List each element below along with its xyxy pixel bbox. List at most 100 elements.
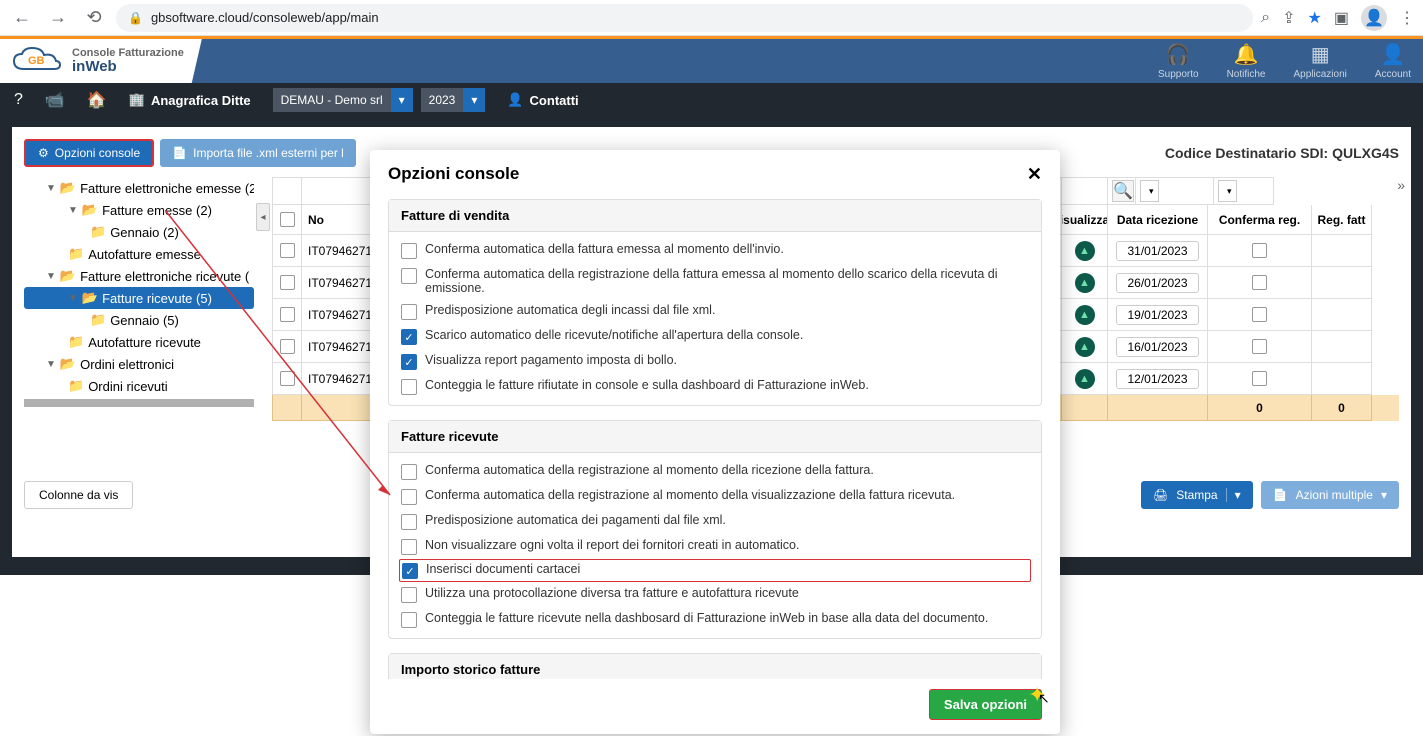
expand-icon[interactable]: » <box>1397 177 1405 193</box>
supporto-button[interactable]: 🎧Supporto <box>1158 42 1199 80</box>
key-icon[interactable]: ⌕ <box>1261 9 1270 27</box>
checkbox[interactable] <box>401 243 417 259</box>
row-checkbox[interactable] <box>280 275 295 290</box>
splitter[interactable]: ◂ <box>254 177 272 421</box>
tree-node-fatture-ricevute[interactable]: ▼📂Fatture ricevute (5) <box>24 287 254 309</box>
col-header[interactable]: Data ricezione <box>1108 205 1208 235</box>
col-header[interactable]: Reg. fatt <box>1312 205 1372 235</box>
panel-icon[interactable]: ▣ <box>1334 8 1349 28</box>
reload-button[interactable]: ⟲ <box>80 4 108 32</box>
video-icon[interactable]: 📹 <box>45 90 65 110</box>
azioni-multiple-button[interactable]: 📄Azioni multiple▾ <box>1261 481 1399 509</box>
profile-icon[interactable]: 👤 <box>1361 5 1387 31</box>
opt-fr-predisposizione[interactable]: Predisposizione automatica dei pagamenti… <box>389 509 1041 534</box>
logo[interactable]: GB Console Fatturazione inWeb <box>0 39 202 83</box>
checkbox[interactable] <box>401 268 417 284</box>
contatti-button[interactable]: 👤Contatti <box>507 92 578 108</box>
opt-fv-report-bollo[interactable]: ✓Visualizza report pagamento imposta di … <box>389 349 1041 374</box>
opt-fv-conferma-reg[interactable]: Conferma automatica della registrazione … <box>389 263 1041 299</box>
select-all-checkbox[interactable] <box>280 212 295 227</box>
account-button[interactable]: 👤Account <box>1375 42 1411 80</box>
search-button[interactable]: 🔍 <box>1112 180 1134 202</box>
close-icon[interactable]: ✕ <box>1027 164 1042 185</box>
year-select[interactable]: 2023▾ <box>421 88 486 112</box>
stampa-button[interactable]: 🖨Stampa▾ <box>1141 481 1253 509</box>
opt-fr-conferma-vis[interactable]: Conferma automatica della registrazione … <box>389 484 1041 509</box>
conferma-checkbox[interactable] <box>1252 275 1267 290</box>
tree-node-ordini[interactable]: ▼📂Ordini elettronici <box>24 353 254 375</box>
anagrafica-label[interactable]: 🏢Anagrafica Ditte <box>129 92 251 108</box>
tree-node-gennaio-ricevute[interactable]: 📁Gennaio (5) <box>24 309 254 331</box>
col-header[interactable]: Conferma reg. <box>1208 205 1312 235</box>
tree-node-ordini-ricevuti[interactable]: 📁Ordini ricevuti <box>24 375 254 397</box>
opt-fr-conteggia[interactable]: Conteggia le fatture ricevute nella dash… <box>389 607 1041 632</box>
opt-fv-predisposizione[interactable]: Predisposizione automatica degli incassi… <box>389 299 1041 324</box>
tree-node-ricevute[interactable]: ▼📂Fatture elettroniche ricevute ( <box>24 265 254 287</box>
tree-node-emesse[interactable]: ▼📂Fatture elettroniche emesse (2 <box>24 177 254 199</box>
scrollbar[interactable] <box>24 399 254 407</box>
conferma-checkbox[interactable] <box>1252 371 1267 386</box>
back-button[interactable]: ← <box>8 4 36 32</box>
menu-icon[interactable]: ⋮ <box>1399 8 1415 28</box>
opt-fv-conteggia[interactable]: Conteggia le fatture rifiutate in consol… <box>389 374 1041 399</box>
opt-fv-scarico[interactable]: ✓Scarico automatico delle ricevute/notif… <box>389 324 1041 349</box>
checkbox[interactable] <box>401 489 417 505</box>
opzioni-console-button[interactable]: ⚙Opzioni console <box>24 139 154 167</box>
tree-node-fatture-emesse[interactable]: ▼📂Fatture emesse (2) <box>24 199 254 221</box>
checkbox[interactable]: ✓ <box>402 563 418 579</box>
checkbox[interactable] <box>401 612 417 628</box>
opt-fr-non-visualizzare[interactable]: Non visualizzare ogni volta il report de… <box>389 534 1041 559</box>
url-bar[interactable]: 🔒 gbsoftware.cloud/consoleweb/app/main <box>116 4 1253 32</box>
help-icon[interactable]: ? <box>14 91 23 109</box>
folder-icon: 📂 <box>82 202 98 218</box>
row-checkbox[interactable] <box>280 307 295 322</box>
opt-fr-inserisci-cartacei[interactable]: ✓Inserisci documenti cartacei <box>399 559 1031 582</box>
visualizza-badge[interactable]: ▲ <box>1075 273 1095 293</box>
salva-opzioni-button[interactable]: Salva opzioni <box>929 689 1042 720</box>
applicazioni-button[interactable]: ▦Applicazioni <box>1293 42 1346 80</box>
apps-icon: ▦ <box>1293 42 1346 67</box>
filter-conf-dropdown[interactable]: ▾ <box>1218 180 1237 202</box>
cloud-logo-icon: GB <box>10 45 66 77</box>
row-checkbox[interactable] <box>280 339 295 354</box>
conferma-checkbox[interactable] <box>1252 307 1267 322</box>
checkbox[interactable] <box>401 304 417 320</box>
checkbox[interactable]: ✓ <box>401 329 417 345</box>
cell-date: 19/01/2023 <box>1116 305 1198 325</box>
filter-date-dropdown[interactable]: ▾ <box>1140 180 1159 202</box>
importa-xml-button[interactable]: 📄Importa file .xml esterni per l <box>160 139 356 167</box>
chevron-down-icon: ▾ <box>391 88 413 112</box>
home-icon[interactable]: 🏠 <box>87 90 107 110</box>
checkbox[interactable] <box>401 514 417 530</box>
visualizza-badge[interactable]: ▲ <box>1075 369 1095 389</box>
splitter-handle[interactable]: ◂ <box>256 203 270 231</box>
checkbox[interactable]: ✓ <box>401 354 417 370</box>
tree-node-gennaio-emesse[interactable]: 📁Gennaio (2) <box>24 221 254 243</box>
tree-node-autofatture-ricevute[interactable]: 📁Autofatture ricevute <box>24 331 254 353</box>
opt-fv-conferma-invio[interactable]: Conferma automatica della fattura emessa… <box>389 238 1041 263</box>
checkbox[interactable] <box>401 379 417 395</box>
bell-icon: 🔔 <box>1227 42 1266 67</box>
opt-fr-conferma-ricezione[interactable]: Conferma automatica della registrazione … <box>389 459 1041 484</box>
row-checkbox[interactable] <box>280 243 295 258</box>
opt-fr-protocollazione[interactable]: Utilizza una protocollazione diversa tra… <box>389 582 1041 607</box>
bookmark-icon[interactable]: ★ <box>1308 8 1322 28</box>
company-select[interactable]: DEMAU - Demo srl▾ <box>273 88 413 112</box>
share-icon[interactable]: ⇪ <box>1282 8 1295 28</box>
checkbox[interactable] <box>401 539 417 555</box>
chevron-down-icon: ▾ <box>1226 488 1241 502</box>
visualizza-badge[interactable]: ▲ <box>1075 305 1095 325</box>
col-header[interactable]: isualizza <box>1062 205 1108 235</box>
notifiche-button[interactable]: 🔔Notifiche <box>1227 42 1266 80</box>
row-checkbox[interactable] <box>280 371 295 386</box>
conferma-checkbox[interactable] <box>1252 243 1267 258</box>
section-header: Importo storico fatture <box>389 654 1041 679</box>
forward-button[interactable]: → <box>44 4 72 32</box>
colonne-button[interactable]: Colonne da vis <box>24 481 133 509</box>
visualizza-badge[interactable]: ▲ <box>1075 337 1095 357</box>
visualizza-badge[interactable]: ▲ <box>1075 241 1095 261</box>
conferma-checkbox[interactable] <box>1252 339 1267 354</box>
checkbox[interactable] <box>401 464 417 480</box>
checkbox[interactable] <box>401 587 417 603</box>
tree-node-autofatture-emesse[interactable]: 📁Autofatture emesse <box>24 243 254 265</box>
